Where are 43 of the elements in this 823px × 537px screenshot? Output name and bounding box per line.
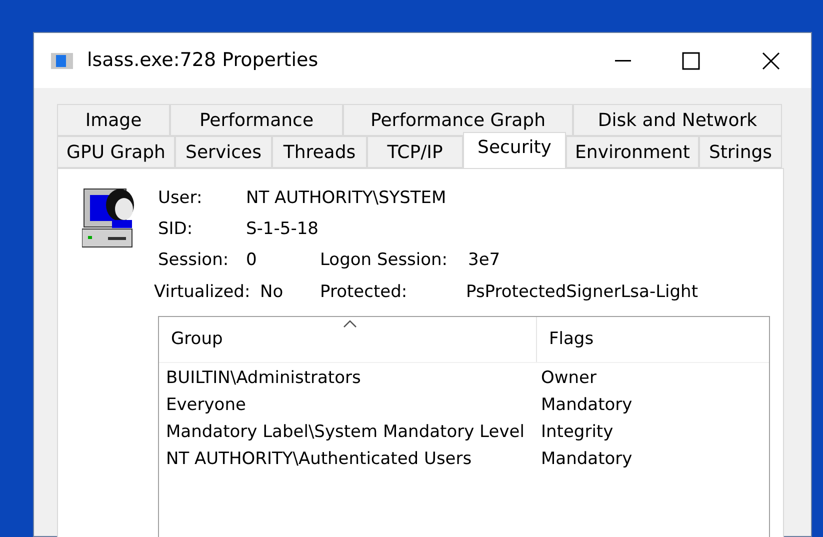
tab[interactable]: GPU Graph [57,136,175,168]
window-app-icon [51,52,73,68]
column-header[interactable]: Group [159,317,537,362]
table-cell-text: BUILTIN\Administrators [165,366,362,390]
sid-label: SID: [158,218,194,241]
session-label: Session: [158,249,230,272]
virtualized-label: Virtualized: [154,281,252,304]
table-cell-text: Everyone [165,394,247,417]
table-cell-text: Integrity [541,420,614,444]
logon-session-label: Logon Session: [320,249,449,272]
tab[interactable]: Performance [170,104,343,136]
group-row[interactable]: NT AUTHORITY\Authenticated Users Mandatory [159,446,769,473]
tab[interactable]: Strings [699,136,782,168]
tab[interactable]: Performance Graph [343,104,573,136]
group-row[interactable]: Everyone Mandatory [159,392,769,419]
table-cell-text: Mandatory [541,394,632,417]
tab[interactable]: TCP/IP [367,136,463,168]
group-row[interactable]: Mandatory Label\System Mandatory Level Integrity [159,419,769,446]
protected-label: Protected: [320,281,408,304]
user-value: NT AUTHORITY\SYSTEM [246,186,446,210]
protected-value: PsProtectedSignerLsa-Light [466,281,698,304]
tab[interactable]: Disk and Network [573,104,782,136]
tab[interactable]: Image [57,104,170,136]
sid-value: S-1-5-18 [246,218,318,241]
tab[interactable]: Services [175,136,272,168]
column-header[interactable]: Flags [537,317,769,362]
tab[interactable]: Environment [566,136,699,168]
session-value: 0 [246,249,258,272]
window-title: lsass.exe:728 Properties [87,48,318,74]
table-cell-text: NT AUTHORITY\Authenticated Users [165,448,473,471]
user-computer-icon [82,187,136,249]
user-label: User: [158,186,204,210]
virtualized-value: No [260,281,284,304]
table-cell-text: Mandatory Label\System Mandatory Level [165,420,526,444]
minimize-icon [615,60,631,62]
table-cell-text: Mandatory [541,448,632,471]
group-row[interactable]: BUILTIN\Administrators Owner [159,365,769,392]
close-icon [762,52,780,70]
table-cell-text: Owner [541,366,597,390]
logon-session-value: 3e7 [468,249,500,272]
tab[interactable]: Security [463,132,566,168]
maximize-icon [682,52,700,70]
tab[interactable]: Threads [272,136,367,168]
